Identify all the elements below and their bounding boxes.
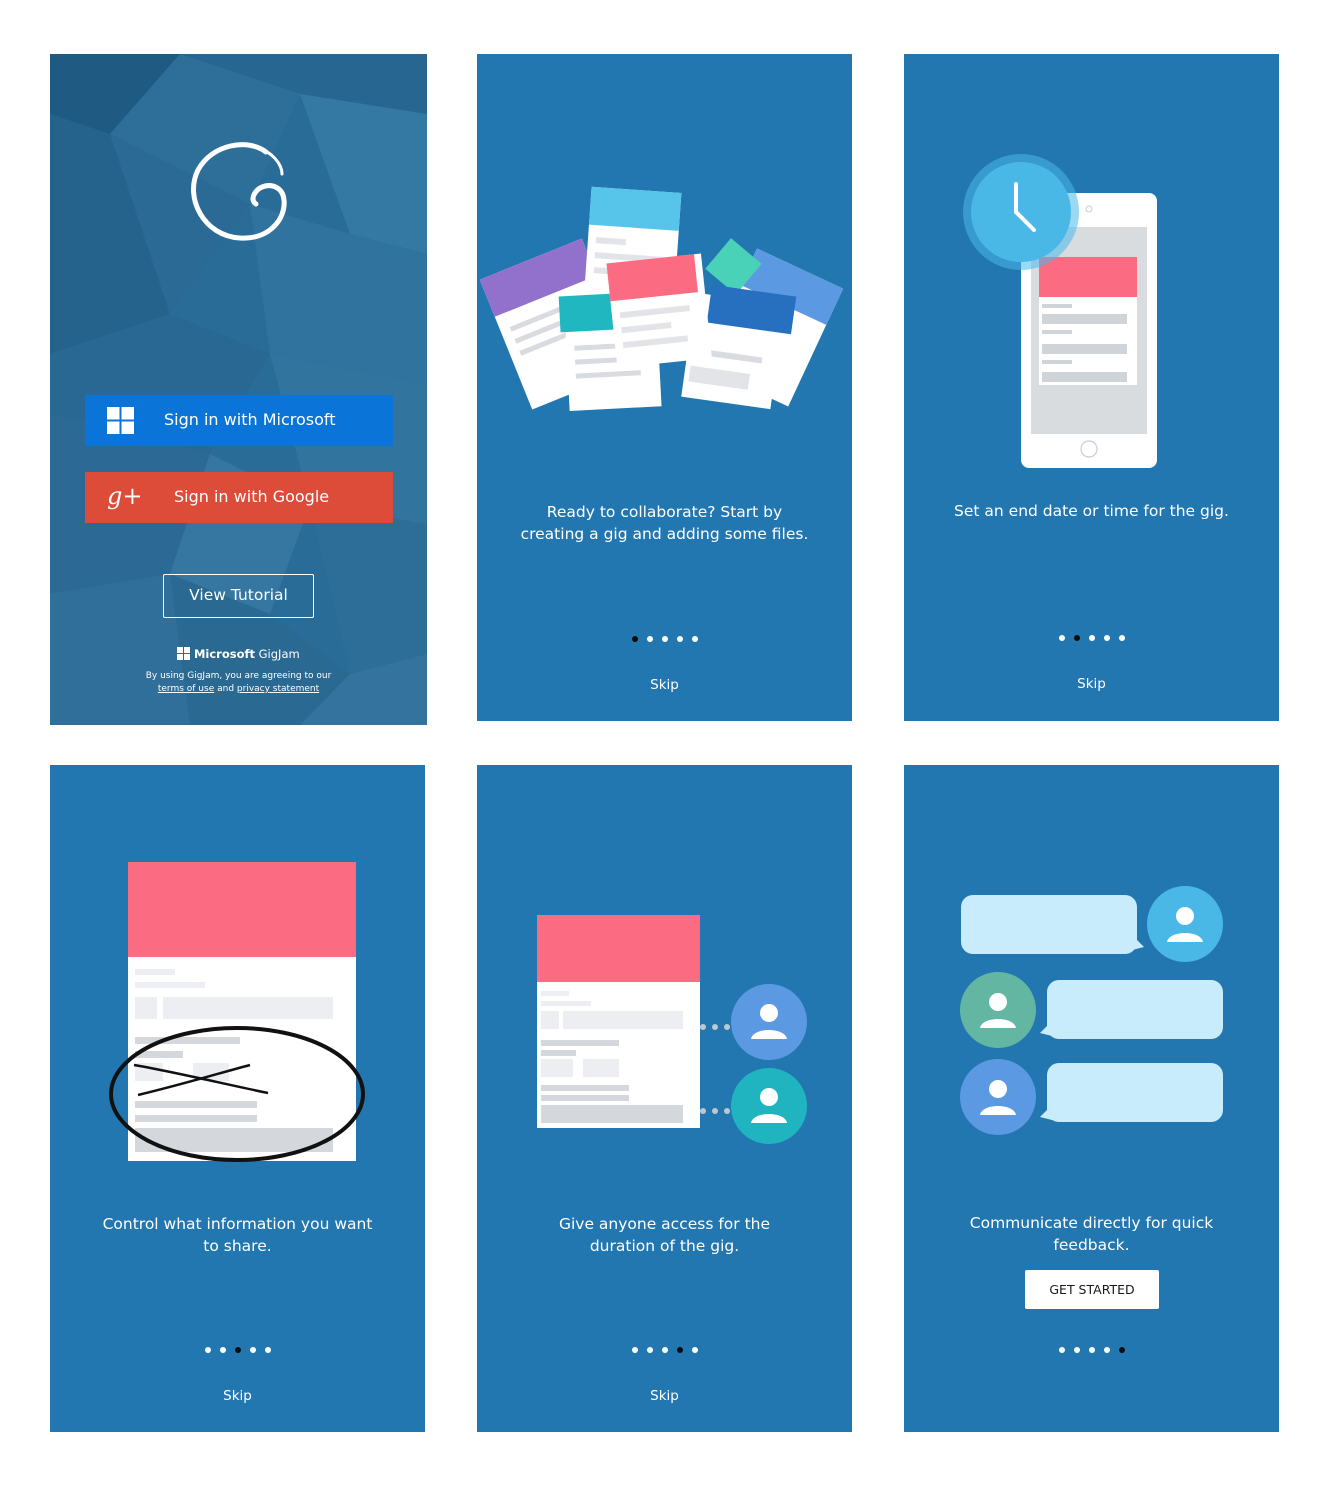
page-dot-5[interactable] <box>1118 635 1125 641</box>
document-redact-illustration <box>109 862 365 1162</box>
scattered-files-illustration <box>479 186 844 412</box>
page-indicator <box>904 635 1279 641</box>
tutorial-caption: Give anyone access for the duration of t… <box>558 1215 771 1255</box>
page-dot-1[interactable] <box>1058 1347 1065 1353</box>
phone-clock-illustration <box>963 154 1157 468</box>
google-plus-icon: g+ <box>107 482 143 510</box>
privacy-statement-link[interactable]: privacy statement <box>237 684 319 694</box>
tutorial-caption: Control what information you want to sha… <box>102 1215 373 1255</box>
tutorial-screen-control-info: Control what information you want to sha… <box>50 765 425 1432</box>
page-indicator <box>50 1347 425 1353</box>
page-dot-3[interactable] <box>661 636 668 642</box>
skip-button[interactable]: Skip <box>904 676 1279 692</box>
page-dot-2[interactable] <box>646 636 653 642</box>
page-dot-5[interactable] <box>1118 1347 1125 1353</box>
page-dot-5[interactable] <box>691 1347 698 1353</box>
page-dot-1[interactable] <box>1058 635 1065 641</box>
tutorial-caption: Communicate directly for quick feedback. <box>969 1214 1214 1254</box>
page-dot-4[interactable] <box>676 1347 683 1353</box>
page-indicator <box>477 636 852 642</box>
legal-and: and <box>217 684 235 694</box>
skip-button[interactable]: Skip <box>50 1388 425 1404</box>
page-dot-4[interactable] <box>1103 635 1110 641</box>
sign-in-google-button[interactable]: g+ Sign in with Google <box>85 472 393 523</box>
page-dot-5[interactable] <box>264 1347 271 1353</box>
skip-button[interactable]: Skip <box>477 677 852 693</box>
view-tutorial-button[interactable]: View Tutorial <box>163 574 314 618</box>
page-dot-4[interactable] <box>249 1347 256 1353</box>
page-dot-2[interactable] <box>1073 635 1080 641</box>
google-button-label: Sign in with Google <box>174 487 330 506</box>
legal-prefix: By using GigJam, you are agreeing to our <box>145 671 332 681</box>
shared-access-illustration <box>537 915 807 1144</box>
brand-product: GigJam <box>258 647 300 661</box>
page-indicator <box>477 1347 852 1353</box>
microsoft-gigjam-brand: Microsoft GigJam <box>50 647 427 661</box>
login-screen: Sign in with Microsoft g+ Sign in with G… <box>50 54 427 725</box>
page-dot-2[interactable] <box>1073 1347 1080 1353</box>
tutorial-screen-end-date: Set an end date or time for the gig. Ski… <box>904 54 1279 721</box>
tutorial-screen-communicate: Communicate directly for quick feedback.… <box>904 765 1279 1432</box>
chat-illustration <box>960 886 1223 1135</box>
tutorial-caption: Set an end date or time for the gig. <box>954 502 1229 520</box>
page-dot-1[interactable] <box>631 1347 638 1353</box>
page-dot-3[interactable] <box>661 1347 668 1353</box>
page-dot-3[interactable] <box>234 1347 241 1353</box>
get-started-label: GET STARTED <box>1049 1282 1135 1297</box>
windows-logo-icon <box>107 407 134 434</box>
page-indicator <box>904 1347 1279 1353</box>
terms-of-use-link[interactable]: terms of use <box>158 684 214 694</box>
page-dot-2[interactable] <box>646 1347 653 1353</box>
sign-in-microsoft-button[interactable]: Sign in with Microsoft <box>85 395 393 446</box>
gigjam-g-logo-icon <box>191 142 287 241</box>
tutorial-screen-files: Ready to collaborate? Start by creating … <box>477 54 852 721</box>
brand-microsoft: Microsoft <box>193 647 255 661</box>
tutorial-screen-access: Give anyone access for the duration of t… <box>477 765 852 1432</box>
skip-button[interactable]: Skip <box>477 1388 852 1404</box>
get-started-button[interactable]: GET STARTED <box>1025 1270 1159 1309</box>
page-dot-3[interactable] <box>1088 635 1095 641</box>
windows-logo-small-icon <box>177 647 191 660</box>
microsoft-button-label: Sign in with Microsoft <box>164 410 336 429</box>
legal-notice: By using GigJam, you are agreeing to our… <box>50 670 427 696</box>
page-dot-2[interactable] <box>219 1347 226 1353</box>
view-tutorial-label: View Tutorial <box>189 586 288 604</box>
page-dot-5[interactable] <box>691 636 698 642</box>
page-dot-4[interactable] <box>676 636 683 642</box>
page-dot-3[interactable] <box>1088 1347 1095 1353</box>
page-dot-1[interactable] <box>631 636 638 642</box>
tutorial-caption: Ready to collaborate? Start by creating … <box>520 503 809 543</box>
page-dot-1[interactable] <box>204 1347 211 1353</box>
page-dot-4[interactable] <box>1103 1347 1110 1353</box>
